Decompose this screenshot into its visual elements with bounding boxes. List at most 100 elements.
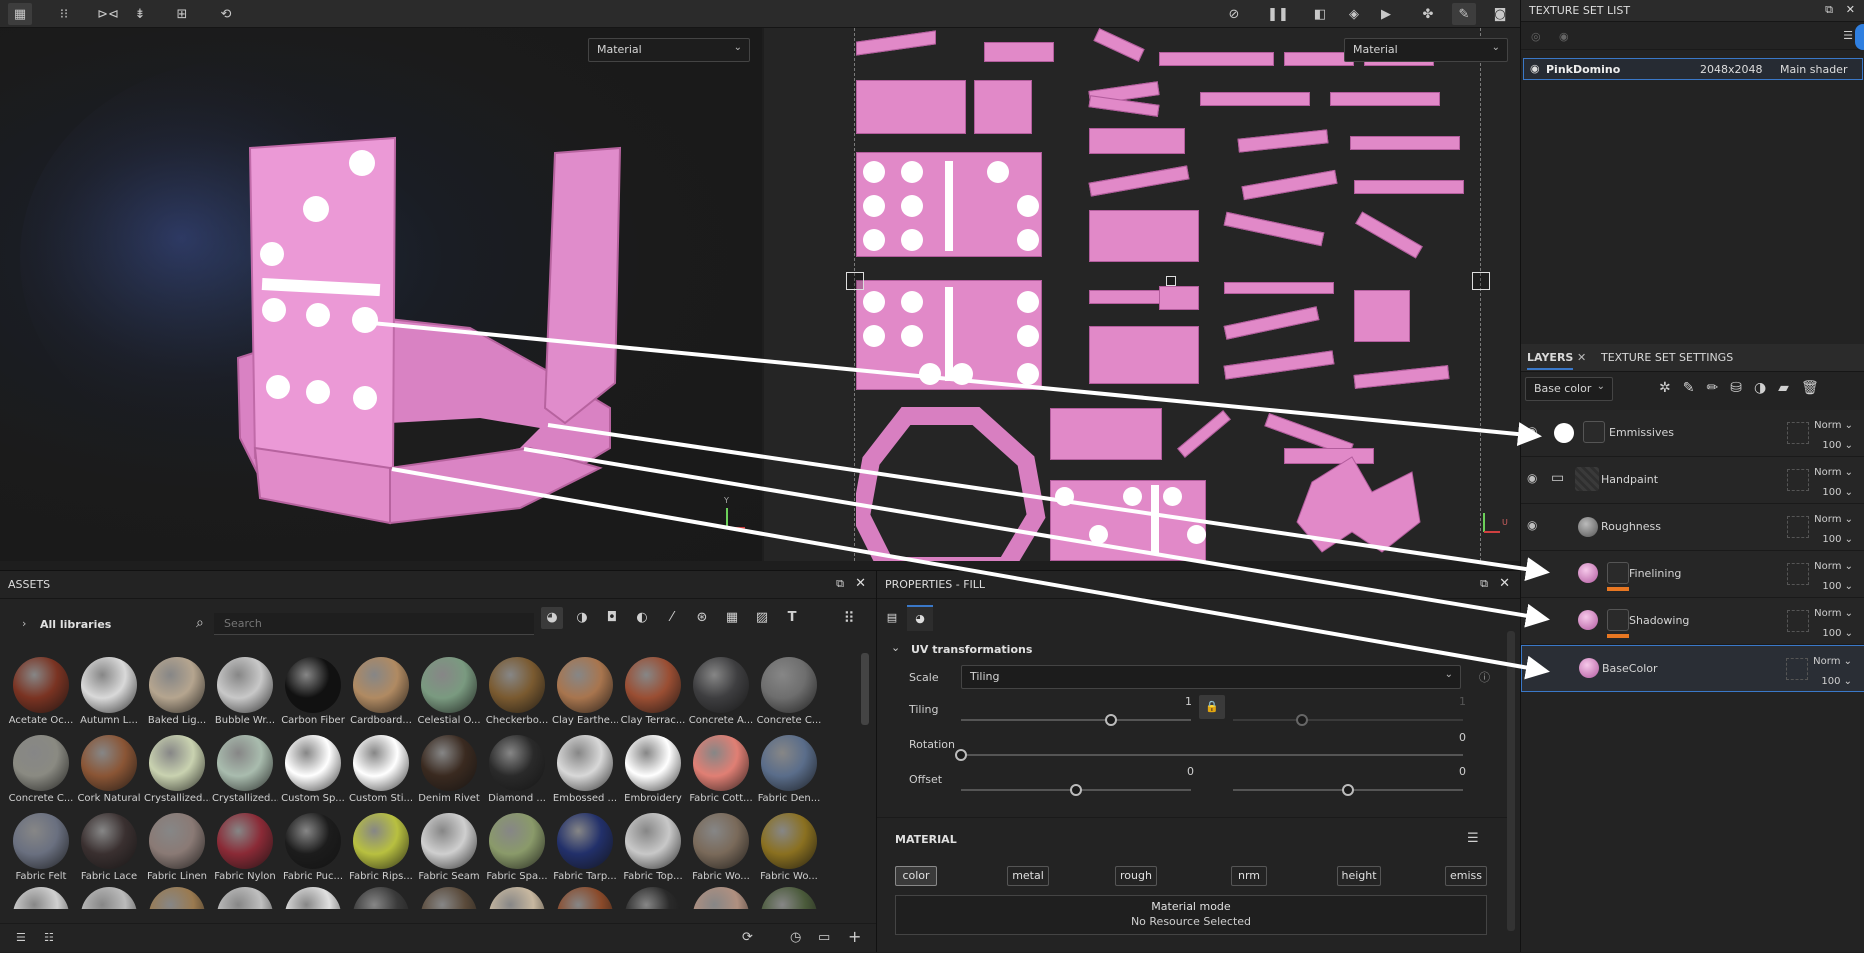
viewport-3d[interactable]: Material ⌄ Y <box>0 28 762 561</box>
layer-blend[interactable]: Norm ⌄ 100 ⌄ <box>1814 510 1853 550</box>
asset-tile[interactable]: Acetate Oc... <box>8 653 74 731</box>
tab-layers[interactable]: LAYERS <box>1527 351 1574 370</box>
asset-tile[interactable]: Celestial O... <box>416 653 482 731</box>
layer-mask-slot[interactable] <box>1787 516 1809 538</box>
folder-icon[interactable]: ▰ <box>1778 380 1801 396</box>
scale-dropdown[interactable]: Tiling ⌄ <box>961 665 1461 689</box>
asset-tile[interactable]: Embossed ... <box>552 731 618 809</box>
paint-tool-icon[interactable]: ✤ <box>1416 3 1440 25</box>
add-mask-icon[interactable]: ◑ <box>1754 380 1778 396</box>
asset-thumbnail[interactable] <box>693 887 749 909</box>
asset-thumbnail[interactable] <box>761 887 817 909</box>
rotation-slider[interactable] <box>955 749 1463 761</box>
asset-tile[interactable]: Fabric Linen <box>144 809 210 887</box>
asset-tile[interactable]: Fabric Wo... <box>688 809 754 887</box>
fill-properties-icon[interactable]: ▤ <box>881 607 903 629</box>
close-icon[interactable]: ✕ <box>1499 576 1510 591</box>
smart-mask-filter-icon[interactable]: ◐ <box>631 607 653 629</box>
asset-tile[interactable]: Clay Terrac... <box>620 653 686 731</box>
texture-filter-icon[interactable]: ▦ <box>721 607 743 629</box>
library-selector[interactable]: All libraries <box>40 618 111 631</box>
viewport-2d-uv[interactable]: Material ⌄ U <box>764 28 1520 561</box>
layer-blend[interactable]: Norm ⌄ 100 ⌄ <box>1814 557 1853 597</box>
mirror-icon[interactable]: ⊳⊲ <box>96 3 120 25</box>
search-input[interactable] <box>214 613 534 635</box>
asset-tile[interactable]: Concrete C... <box>756 653 822 731</box>
channel-height-button[interactable]: height <box>1337 866 1381 886</box>
layer-mask-slot[interactable] <box>1787 563 1809 585</box>
layer-row-shadowing[interactable]: Shadowing Norm ⌄ 100 ⌄ <box>1521 598 1864 645</box>
asset-tile[interactable]: Custom Sp... <box>280 731 346 809</box>
scroll-handle[interactable] <box>1855 24 1864 50</box>
menu-icon[interactable]: ☰ <box>1467 831 1479 846</box>
slider-knob[interactable] <box>1296 714 1308 726</box>
eye-off-icon[interactable]: ◎ <box>1531 30 1541 43</box>
chevron-down-icon[interactable]: ⌄ <box>891 641 900 654</box>
asset-thumbnail[interactable] <box>489 887 545 909</box>
grid-dots-icon[interactable]: ⁝⁝ <box>52 3 76 25</box>
asset-tile[interactable]: Fabric Den... <box>756 731 822 809</box>
asset-tile[interactable]: Checkerbo... <box>484 653 550 731</box>
asset-tile[interactable]: Autumn L... <box>76 653 142 731</box>
assets-scrollbar[interactable] <box>861 653 869 725</box>
close-tab-icon[interactable]: ✕ <box>1577 351 1586 364</box>
add-icon[interactable]: + <box>848 927 861 946</box>
asset-tile[interactable]: Concrete C... <box>8 731 74 809</box>
grid-view-icon[interactable]: ⠿ <box>838 607 860 629</box>
eye-icon[interactable]: ◉ <box>1527 471 1537 485</box>
eye-icon[interactable]: ◉ <box>1559 30 1569 43</box>
layer-mask-slot[interactable] <box>1787 469 1809 491</box>
uv-handle[interactable] <box>1472 272 1490 290</box>
tab-texture-set-settings[interactable]: TEXTURE SET SETTINGS <box>1601 351 1733 364</box>
close-icon[interactable]: ✕ <box>1846 3 1855 16</box>
history-icon[interactable]: ⟲ <box>214 3 238 25</box>
slider-knob[interactable] <box>1070 784 1082 796</box>
asset-thumbnail[interactable] <box>625 887 681 909</box>
asset-tile[interactable]: Fabric Spa... <box>484 809 550 887</box>
asset-tile[interactable]: Fabric Felt <box>8 809 74 887</box>
texture-set-row[interactable]: ◉ PinkDomino 2048x2048 Main shader <box>1523 58 1863 80</box>
asset-tile[interactable]: Cork Natural <box>76 731 142 809</box>
layer-mask-slot[interactable] <box>1787 422 1809 444</box>
image-filter-icon[interactable]: ▨ <box>751 607 773 629</box>
asset-tile[interactable]: Fabric Rips... <box>348 809 414 887</box>
layer-row-emmissives[interactable]: ◉ Emmissives Norm ⌄ 100 ⌄ <box>1521 410 1864 457</box>
asset-tile[interactable]: Embroidery <box>620 731 686 809</box>
camera-video-icon[interactable]: ▶ <box>1374 3 1398 25</box>
brush-layer-icon[interactable]: ✏ <box>1706 380 1730 396</box>
asset-tile[interactable]: Carbon Fiber <box>280 653 346 731</box>
asset-tile[interactable]: Fabric Cott... <box>688 731 754 809</box>
frame-icon[interactable]: ⊞ <box>170 3 194 25</box>
brush-icon[interactable]: ✎ <box>1452 3 1476 25</box>
channel-rough-button[interactable]: rough <box>1115 866 1157 886</box>
asset-tile[interactable]: Cardboard... <box>348 653 414 731</box>
asset-thumbnail[interactable] <box>13 887 69 909</box>
asset-tile[interactable]: Fabric Puc... <box>280 809 346 887</box>
close-icon[interactable]: ✕ <box>855 576 866 591</box>
asset-tile[interactable]: Fabric Seam <box>416 809 482 887</box>
channel-emiss-button[interactable]: emiss <box>1445 866 1487 886</box>
trash-icon[interactable]: 🗑 <box>1801 380 1831 396</box>
asset-tile[interactable]: Crystallized... <box>212 731 278 809</box>
refresh-icon[interactable]: ⟳ <box>742 930 753 945</box>
mask-filter-icon[interactable]: ◘ <box>601 607 623 629</box>
asset-tile[interactable]: Denim Rivet <box>416 731 482 809</box>
offset-slider[interactable] <box>961 784 1191 796</box>
maximize-icon[interactable]: ⧉ <box>836 577 844 591</box>
slider-knob[interactable] <box>1342 784 1354 796</box>
split-view-icon[interactable]: ◧ <box>1308 3 1332 25</box>
maximize-icon[interactable]: ⧉ <box>1480 577 1488 591</box>
asset-tile[interactable]: Fabric Wo... <box>756 809 822 887</box>
list-view-icon[interactable]: ☰ <box>16 931 26 944</box>
asset-tile[interactable]: Fabric Lace <box>76 809 142 887</box>
eye-icon[interactable]: ◉ <box>1527 424 1537 438</box>
asset-thumbnail[interactable] <box>149 887 205 909</box>
eye-icon[interactable]: ◉ <box>1530 62 1540 75</box>
layer-blend[interactable]: Norm ⌄ 100 ⌄ <box>1814 416 1853 456</box>
channel-metal-button[interactable]: metal <box>1007 866 1049 886</box>
asset-tile[interactable]: Diamond ... <box>484 731 550 809</box>
eye-icon[interactable]: ◉ <box>1527 518 1537 532</box>
material-mode-box[interactable]: Material mode No Resource Selected <box>895 895 1487 935</box>
hide-ui-icon[interactable]: ⊘ <box>1222 3 1246 25</box>
asset-tile[interactable]: Fabric Tarp... <box>552 809 618 887</box>
